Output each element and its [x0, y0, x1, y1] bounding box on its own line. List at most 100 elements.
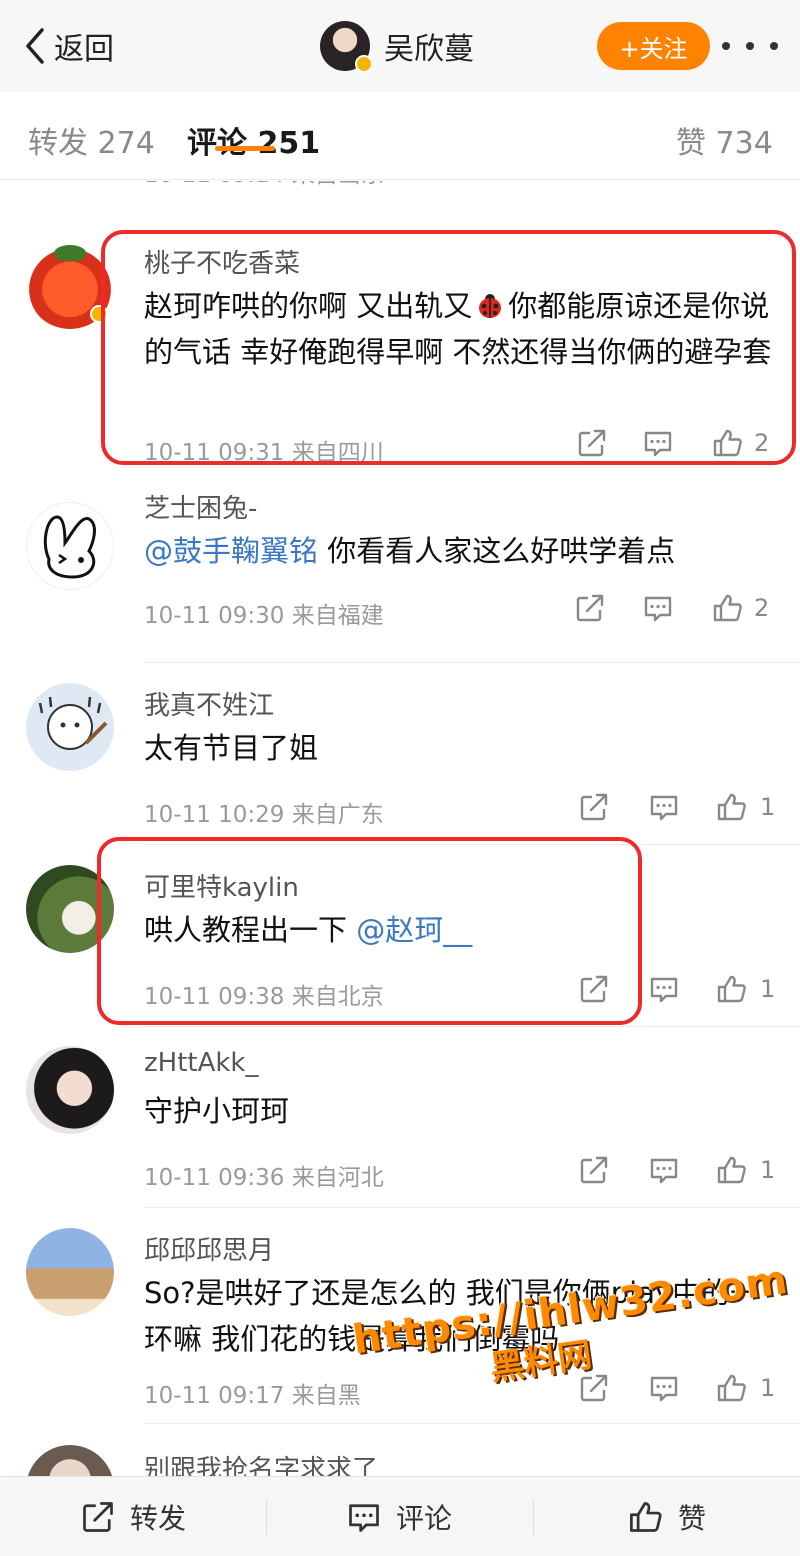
comment-icon [648, 1372, 680, 1404]
comment-text: 守护小珂珂 [144, 1094, 290, 1128]
active-tab-indicator [215, 146, 275, 151]
repost-icon [578, 1372, 610, 1404]
comment-meta: 10-11 09:14 来自山东 [144, 181, 384, 189]
mention-link[interactable]: @鼓手鞠翼铭 [144, 534, 318, 568]
tab-reposts[interactable]: 转发 274 [28, 118, 155, 162]
comment-icon [642, 427, 674, 459]
comment-item: 芝士困兔- @鼓手鞠翼铭 你看看人家这么好哄学着点 10-11 09:30 来自… [0, 476, 800, 663]
like-action[interactable]: 1 [716, 973, 775, 1005]
like-action[interactable]: 2 [712, 427, 769, 459]
repost-button[interactable]: 转发 [80, 1477, 186, 1556]
reply-action[interactable] [642, 427, 674, 459]
repost-icon [574, 592, 606, 624]
like-count: 1 [760, 975, 776, 1003]
author-avatar[interactable] [320, 21, 373, 73]
like-count: 1 [760, 1374, 776, 1402]
bunny-avatar-icon [43, 515, 96, 579]
comment-meta: 10-11 09:31 来自四川 [144, 440, 384, 466]
commenter-name[interactable]: 芝士困兔- [144, 488, 257, 525]
comment-icon [648, 1154, 680, 1186]
commenter-name[interactable]: zHttAkk_ [144, 1048, 259, 1078]
commenter-avatar[interactable] [26, 683, 114, 771]
comment-label: 评论 [396, 1502, 453, 1535]
follow-button[interactable]: +关注 [597, 22, 710, 70]
thumbs-up-icon [716, 1372, 748, 1404]
like-action[interactable]: 2 [712, 592, 769, 624]
like-count: 2 [754, 429, 770, 457]
tab-bar: 转发 274 评论 251 赞 734 [0, 92, 800, 180]
more-options-button[interactable] [722, 28, 778, 64]
comment-text: @鼓手鞠翼铭 你看看人家这么好哄学着点 [144, 534, 676, 568]
commenter-avatar[interactable] [26, 1228, 114, 1316]
comment-item: 可里特kaylin 哄人教程出一下 @赵珂__ 10-11 09:38 来自北京… [0, 845, 800, 1027]
more-dots-icon [722, 42, 730, 50]
like-action[interactable]: 1 [716, 791, 775, 823]
like-button[interactable]: 赞 [628, 1477, 706, 1556]
author-name[interactable]: 吴欣蔓 [384, 24, 474, 68]
reply-action[interactable] [648, 1372, 680, 1404]
reply-action[interactable] [648, 1154, 680, 1186]
comment-meta: 10-11 09:17 来自黑 [144, 1383, 361, 1409]
comment-text: So?是哄好了还是怎么的 我们是你俩play中的一环嘛 我们花的钱是算我们倒霉吗 [144, 1276, 760, 1356]
comment-item: 邱邱邱思月 So?是哄好了还是怎么的 我们是你俩play中的一环嘛 我们花的钱是… [0, 1208, 800, 1424]
thumbs-up-icon [716, 791, 748, 823]
verified-badge-icon [90, 305, 108, 323]
comment-text: 赵珂咋哄的你啊 又出轨又 你都能原谅还是你说的气话 幸好俺跑得早啊 不然还得当你俩… [144, 289, 772, 369]
repost-action[interactable] [578, 1372, 610, 1404]
reply-action[interactable] [648, 973, 680, 1005]
commenter-avatar[interactable] [26, 1046, 114, 1134]
comment-meta: 10-11 09:30 来自福建 [144, 603, 384, 629]
like-label: 赞 [678, 1502, 707, 1535]
thumbs-up-icon [628, 1499, 664, 1535]
repost-icon [578, 973, 610, 1005]
repost-label: 转发 [130, 1502, 187, 1535]
commenter-name[interactable]: 可里特kaylin [144, 867, 299, 904]
comment-item: 别跟我抢名字求求了 [0, 1427, 800, 1476]
commenter-avatar[interactable] [26, 865, 114, 953]
repost-action[interactable] [576, 427, 608, 459]
commenter-name[interactable]: 邱邱邱思月 [144, 1230, 274, 1267]
comment-text: 哄人教程出一下 @赵珂__ [144, 913, 473, 947]
reply-action[interactable] [642, 592, 674, 624]
thumbs-up-icon [712, 592, 744, 624]
comment-item: 10-11 09:14 来自山东 [0, 181, 800, 201]
tab-comments[interactable]: 评论 251 [187, 118, 320, 162]
author-info[interactable]: 吴欣蔓 [320, 20, 474, 73]
comment-icon [346, 1499, 382, 1535]
repost-icon [80, 1499, 116, 1535]
mention-link[interactable]: @赵珂__ [356, 913, 472, 947]
verified-badge-icon [355, 55, 373, 73]
divider [533, 1499, 534, 1535]
top-nav-bar: 返回 吴欣蔓 +关注 [0, 0, 800, 92]
repost-icon [576, 427, 608, 459]
thumbs-up-icon [712, 427, 744, 459]
like-action[interactable]: 1 [716, 1372, 775, 1404]
comment-meta: 10-11 09:38 来自北京 [144, 984, 384, 1010]
commenter-avatar[interactable] [26, 1445, 114, 1476]
like-count: 1 [760, 793, 776, 821]
like-count: 1 [760, 1156, 776, 1184]
comment-item: 我真不姓江 太有节目了姐 10-11 10:29 来自广东 1 [0, 663, 800, 845]
repost-action[interactable] [574, 592, 606, 624]
repost-icon [578, 791, 610, 823]
comment-meta: 10-11 10:29 来自广东 [144, 802, 384, 828]
back-button[interactable]: 返回 [22, 22, 114, 70]
repost-action[interactable] [578, 973, 610, 1005]
comment-button[interactable]: 评论 [346, 1477, 452, 1556]
comment-item: 桃子不吃香菜 赵珂咋哄的你啊 又出轨又 你都能原谅还是你说的气话 幸好俺跑得早啊 … [0, 231, 800, 471]
divider [144, 1423, 800, 1424]
comment-list[interactable]: 10-11 09:14 来自山东 桃子不吃香菜 赵珂咋哄的你啊 又出轨又你都能原… [0, 181, 800, 1476]
commenter-avatar[interactable] [26, 502, 114, 590]
thumbs-up-icon [716, 973, 748, 1005]
commenter-name[interactable]: 别跟我抢名字求求了 [144, 1449, 378, 1476]
like-action[interactable]: 1 [716, 1154, 775, 1186]
reply-action[interactable] [648, 791, 680, 823]
commenter-name[interactable]: 我真不姓江 [144, 685, 274, 722]
commenter-name[interactable]: 桃子不吃香菜 [144, 243, 300, 280]
like-count: 2 [754, 594, 770, 622]
repost-icon [578, 1154, 610, 1186]
repost-action[interactable] [578, 1154, 610, 1186]
divider [266, 1499, 267, 1535]
repost-action[interactable] [578, 791, 610, 823]
tab-likes[interactable]: 赞 734 [676, 118, 773, 162]
